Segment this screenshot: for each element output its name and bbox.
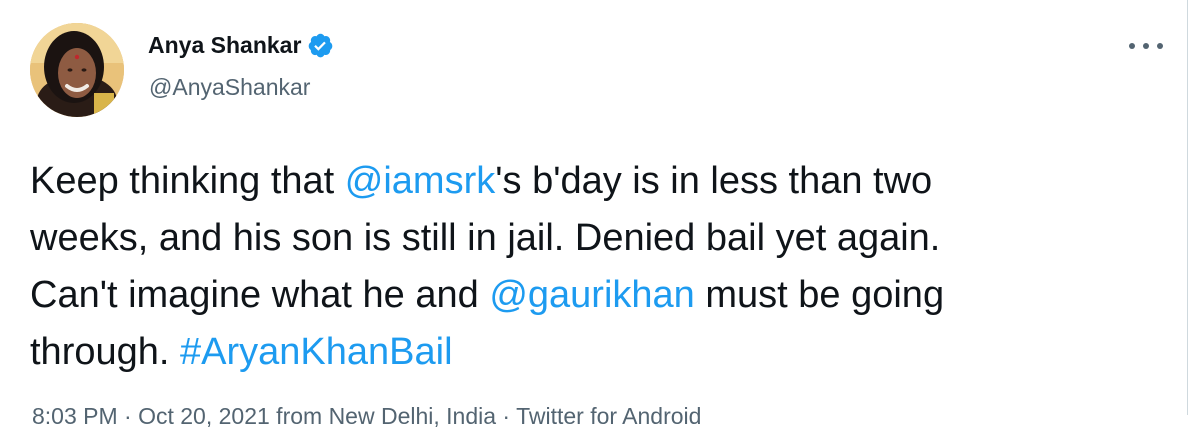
tweet-text: Keep thinking that @iamsrk's b'day is in…: [30, 153, 1160, 381]
more-dot: [1129, 43, 1135, 49]
tweet-text-segment: Can't imagine what he and: [30, 274, 490, 316]
tweet-text-segment: must be going: [694, 274, 945, 316]
mention-link[interactable]: @gaurikhan: [489, 274, 694, 316]
more-dot: [1157, 43, 1163, 49]
tweet-text-segment: through.: [30, 331, 180, 373]
author-display-name[interactable]: Anya Shankar: [148, 30, 301, 60]
tweet-line: Keep thinking that @iamsrk's b'day is in…: [30, 153, 1160, 210]
tweet-line: Can't imagine what he and @gaurikhan mus…: [30, 267, 1160, 324]
tweet-text-segment: weeks, and his son is still in jail. Den…: [30, 217, 941, 259]
avatar[interactable]: [30, 23, 124, 117]
verified-badge-icon: [307, 32, 334, 59]
tweet-card: Anya Shankar @AnyaShankar Keep thinking …: [0, 0, 1188, 429]
author-name-row[interactable]: Anya Shankar: [148, 30, 334, 60]
tweet-text-segment: 's b'day is in less than two: [495, 160, 933, 202]
tweet-line: through. #AryanKhanBail: [30, 324, 1160, 381]
more-options-icon[interactable]: [1129, 36, 1163, 56]
mention-link[interactable]: @iamsrk: [345, 160, 495, 202]
author-handle[interactable]: @AnyaShankar: [149, 72, 310, 102]
hashtag-link[interactable]: #AryanKhanBail: [180, 331, 453, 373]
tweet-text-segment: Keep thinking that: [30, 160, 345, 202]
tweet-line: weeks, and his son is still in jail. Den…: [30, 210, 1160, 267]
tweet-metadata[interactable]: 8:03 PM · Oct 20, 2021 from New Delhi, I…: [32, 401, 701, 431]
avatar-image: [30, 23, 124, 117]
more-dot: [1143, 43, 1149, 49]
